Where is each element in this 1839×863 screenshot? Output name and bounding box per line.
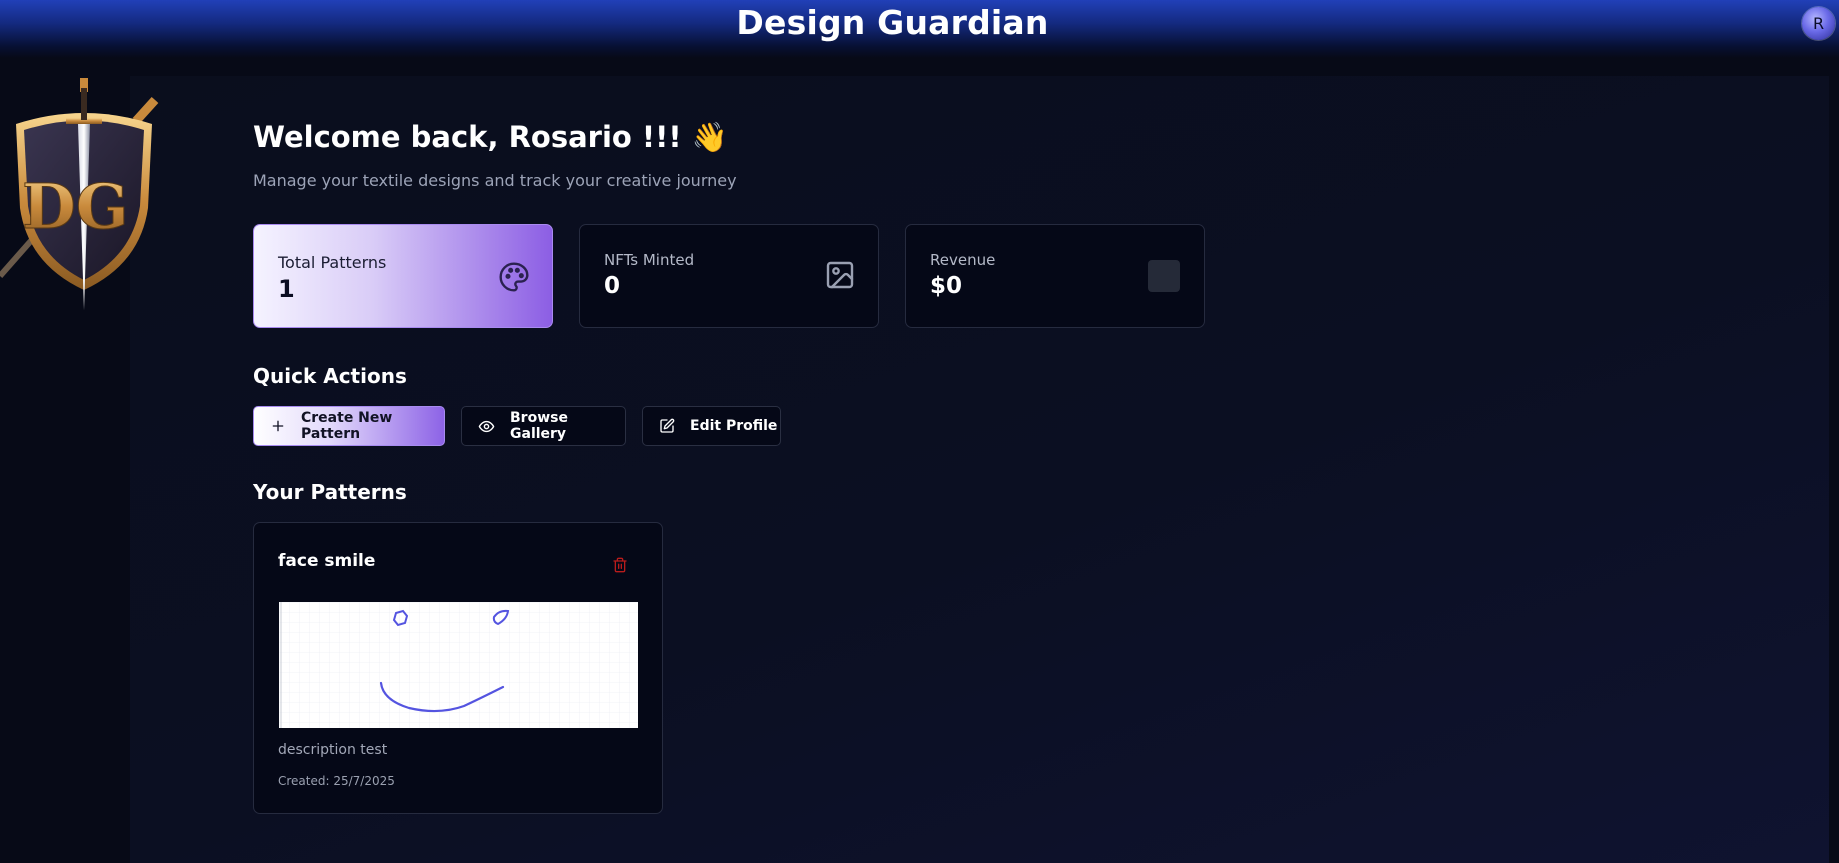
stat-card-nfts-minted[interactable]: NFTs Minted 0 <box>579 224 879 328</box>
stat-label: Total Patterns <box>278 253 387 272</box>
eye-icon <box>478 420 495 432</box>
app-title: Design Guardian <box>736 3 1049 42</box>
design-guardian-logo[interactable]: DG <box>0 78 160 314</box>
quick-actions-title: Quick Actions <box>253 364 407 388</box>
image-icon <box>826 261 854 289</box>
stat-value: $0 <box>930 273 963 299</box>
stat-label: NFTs Minted <box>604 251 695 269</box>
stat-value: 1 <box>278 275 295 303</box>
stat-card-revenue[interactable]: Revenue $0 <box>905 224 1205 328</box>
pattern-card[interactable]: face smile description test Created: 25/… <box>253 522 663 814</box>
button-label: Create New Pattern <box>301 410 393 442</box>
palette-icon <box>499 262 529 292</box>
welcome-heading: Welcome back, Rosario !!! 👋 <box>253 120 728 154</box>
user-avatar[interactable]: R <box>1802 7 1835 40</box>
svg-text:DG: DG <box>22 170 129 243</box>
trash-icon[interactable] <box>612 557 628 573</box>
welcome-subtitle: Manage your textile designs and track yo… <box>253 171 737 190</box>
your-patterns-title: Your Patterns <box>253 480 407 504</box>
browse-gallery-button[interactable]: Browse Gallery <box>461 406 626 446</box>
button-label: Edit Profile <box>690 418 778 434</box>
plus-icon <box>272 420 284 432</box>
revenue-icon-placeholder <box>1148 260 1180 292</box>
pattern-description: description test <box>278 742 388 758</box>
pattern-title: face smile <box>278 551 376 571</box>
top-bar: Design Guardian R <box>0 0 1839 58</box>
create-new-pattern-button[interactable]: Create New Pattern <box>253 406 445 446</box>
pattern-thumbnail[interactable] <box>279 602 638 728</box>
edit-icon <box>660 418 675 433</box>
stat-value: 0 <box>604 273 621 299</box>
pattern-created-date: Created: 25/7/2025 <box>278 774 395 788</box>
stat-card-total-patterns[interactable]: Total Patterns 1 <box>253 224 553 328</box>
edit-profile-button[interactable]: Edit Profile <box>642 406 781 446</box>
button-label: Browse Gallery <box>510 410 568 442</box>
stat-label: Revenue <box>930 251 996 269</box>
